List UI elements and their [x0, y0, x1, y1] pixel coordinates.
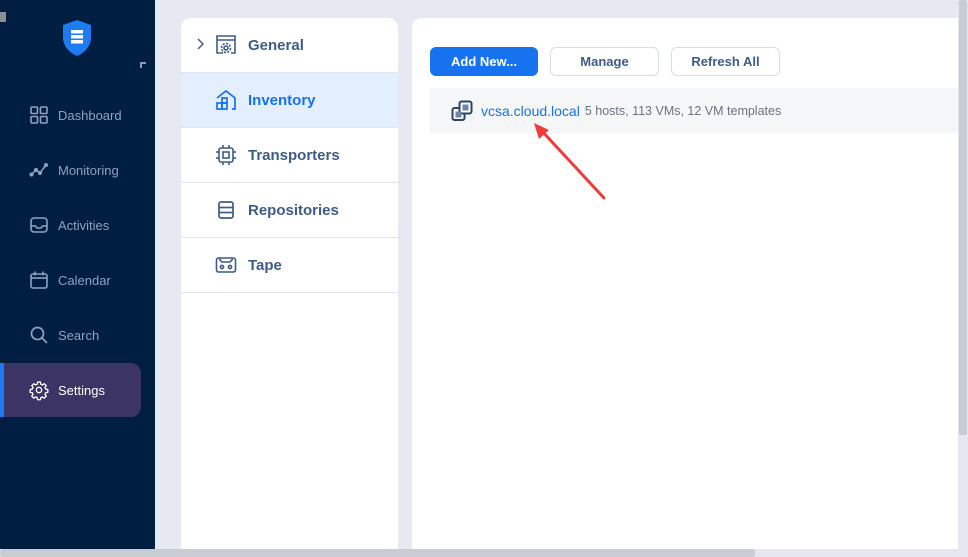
horizontal-scrollbar-thumb[interactable] — [0, 549, 755, 557]
add-new-button[interactable]: Add New... — [430, 47, 538, 76]
nav-item-activities[interactable]: Activities — [0, 198, 141, 252]
refresh-all-button[interactable]: Refresh All — [671, 47, 780, 76]
settings-submenu: General Inventory Transporters Repositor… — [181, 18, 398, 549]
vcenter-server-link[interactable]: vcsa.cloud.local — [481, 103, 580, 119]
inventory-toolbar: Add New... Manage Refresh All — [430, 47, 780, 76]
nav-item-label: Monitoring — [58, 162, 119, 178]
window-corner-marker — [0, 12, 6, 22]
horizontal-scrollbar[interactable] — [0, 549, 968, 557]
submenu-item-label: General — [248, 36, 304, 54]
shield-logo-icon — [63, 20, 91, 56]
vcenter-icon — [451, 100, 473, 121]
dashboard-grid-icon — [29, 105, 49, 125]
vcenter-summary: 5 hosts, 113 VMs, 12 VM templates — [584, 103, 782, 118]
vertical-scrollbar-thumb[interactable] — [959, 0, 967, 435]
settings-window-icon — [215, 34, 237, 56]
submenu-item-label: Tape — [248, 256, 282, 274]
nav-item-label: Activities — [58, 217, 110, 233]
nav-item-monitoring[interactable]: Monitoring — [0, 143, 141, 197]
search-icon — [29, 325, 49, 345]
inbox-tray-icon — [29, 215, 49, 235]
chip-icon — [215, 144, 237, 166]
gear-icon — [29, 380, 49, 401]
nav-item-search[interactable]: Search — [0, 308, 141, 362]
storage-icon — [215, 199, 237, 221]
vertical-scrollbar[interactable] — [958, 0, 968, 549]
nav-item-label: Settings — [58, 382, 105, 398]
inventory-row[interactable]: vcsa.cloud.local 5 hosts, 113 VMs, 12 VM… — [430, 88, 958, 133]
nav-item-label: Calendar — [58, 272, 111, 288]
submenu-item-label: Inventory — [248, 91, 316, 109]
nav-item-label: Dashboard — [58, 107, 122, 123]
left-navigation: Dashboard Monitoring Activities Calendar — [0, 0, 155, 549]
nav-item-calendar[interactable]: Calendar — [0, 253, 141, 307]
submenu-item-inventory[interactable]: Inventory — [181, 73, 398, 128]
chevron-right-icon[interactable] — [194, 37, 206, 51]
submenu-item-general[interactable]: General — [181, 18, 398, 73]
submenu-item-transporters[interactable]: Transporters — [181, 128, 398, 183]
calendar-icon — [29, 270, 49, 290]
manage-button[interactable]: Manage — [550, 47, 659, 76]
inventory-content-panel: Add New... Manage Refresh All vcsa.cloud… — [412, 18, 958, 549]
monitoring-line-icon — [29, 160, 49, 180]
submenu-item-label: Repositories — [248, 201, 339, 219]
submenu-item-tape[interactable]: Tape — [181, 238, 398, 293]
nav-item-dashboard[interactable]: Dashboard — [0, 88, 141, 142]
nav-item-settings[interactable]: Settings — [0, 363, 141, 417]
collapse-nav-icon[interactable] — [140, 62, 146, 68]
nav-item-label: Search — [58, 327, 100, 343]
tape-cassette-icon — [215, 254, 237, 276]
inventory-house-icon — [215, 89, 237, 111]
submenu-item-repositories[interactable]: Repositories — [181, 183, 398, 238]
submenu-item-label: Transporters — [248, 146, 340, 164]
